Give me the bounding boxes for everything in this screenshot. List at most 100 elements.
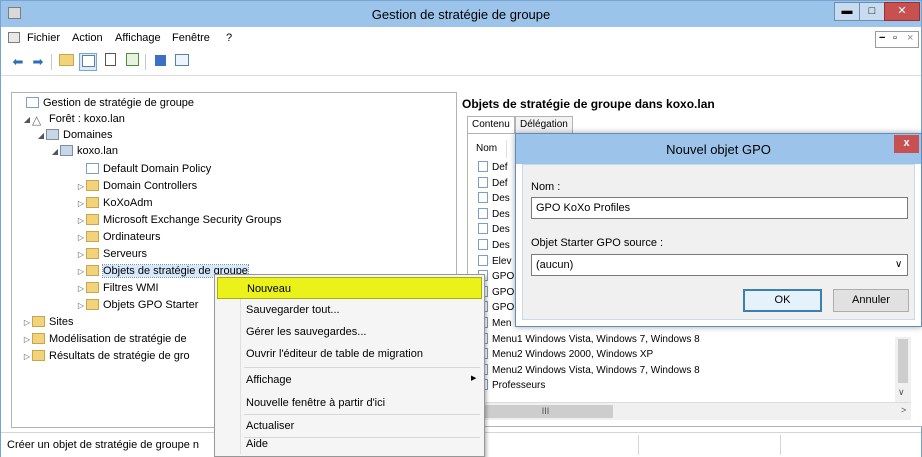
- tree-item[interactable]: ◢ koxo.lan: [50, 143, 118, 159]
- list-item[interactable]: Des: [478, 207, 510, 222]
- dialog-close-button[interactable]: x: [894, 135, 919, 153]
- dialog-title-bar[interactable]: Nouvel objet GPO x: [516, 134, 921, 164]
- tree-item[interactable]: ▷ Sites: [22, 314, 73, 330]
- folder-icon: [32, 333, 45, 344]
- window-title: Gestion de stratégie de groupe: [371, 7, 551, 22]
- ctx-item-sauvegarder-tout[interactable]: Sauvegarder tout...: [217, 299, 482, 321]
- list-item[interactable]: Def: [478, 160, 508, 175]
- list-item-label: Des: [492, 240, 510, 251]
- expand-arrow-icon[interactable]: ▷: [76, 213, 86, 229]
- refresh-icon[interactable]: [123, 53, 141, 71]
- menu-fenetre[interactable]: Fenêtre: [172, 32, 210, 44]
- inner-restore-button[interactable]: ▫: [893, 32, 897, 44]
- expand-arrow-icon[interactable]: ▷: [76, 179, 86, 195]
- scroll-down-arrow[interactable]: ∨: [898, 387, 905, 398]
- gpo-icon: [478, 192, 488, 204]
- menu-help[interactable]: ?: [226, 32, 232, 44]
- list-item[interactable]: Professeurs: [478, 378, 545, 393]
- ctx-item-nouvelle-fenetre[interactable]: Nouvelle fenêtre à partir d'ici: [217, 392, 482, 414]
- gpo-icon: [478, 207, 488, 219]
- ctx-item-nouveau[interactable]: Nouveau: [217, 277, 482, 299]
- maximize-button[interactable]: □: [859, 2, 885, 21]
- ctx-item-editeur-migration[interactable]: Ouvrir l'éditeur de table de migration: [217, 343, 482, 365]
- list-item[interactable]: Menu2 Windows 2000, Windows XP: [478, 347, 653, 362]
- expand-arrow-icon[interactable]: ▷: [76, 298, 86, 314]
- tree-item-label: Sites: [49, 316, 74, 328]
- tree-item-label: Ordinateurs: [103, 231, 161, 243]
- expand-arrow-icon[interactable]: ▷: [76, 264, 86, 280]
- list-item[interactable]: Des: [478, 222, 510, 237]
- up-folder-icon[interactable]: [57, 53, 75, 71]
- expand-arrow-icon[interactable]: ▷: [22, 349, 32, 365]
- tree-item[interactable]: ▷ Résultats de stratégie de gro: [22, 348, 190, 364]
- name-label: Nom :: [531, 181, 561, 193]
- ctx-item-affichage[interactable]: Affichage: [217, 369, 482, 391]
- expand-arrow-icon[interactable]: ▷: [76, 281, 86, 297]
- horizontal-scrollbar[interactable]: III >: [476, 402, 911, 420]
- hscroll-thumb[interactable]: III: [478, 405, 613, 418]
- tree-item[interactable]: ◢ Domaines: [36, 127, 113, 143]
- domain-icon: [46, 129, 59, 140]
- column-header-nom[interactable]: Nom: [476, 140, 507, 158]
- expand-arrow-icon[interactable]: ▷: [76, 196, 86, 212]
- expand-arrow-icon[interactable]: ▷: [22, 332, 32, 348]
- tree-item[interactable]: ▷ Ordinateurs: [76, 229, 160, 245]
- tree-item-label: KoXoAdm: [103, 197, 153, 209]
- show-tree-icon[interactable]: [79, 53, 97, 71]
- properties-icon[interactable]: [101, 53, 119, 71]
- list-item[interactable]: Menu1 Windows Vista, Windows 7, Windows …: [478, 332, 700, 347]
- dialog-body: Nom : GPO KoXo Profiles Objet Starter GP…: [522, 164, 915, 320]
- menu-action[interactable]: Action: [72, 32, 103, 44]
- name-field[interactable]: GPO KoXo Profiles: [531, 197, 908, 219]
- toolbar-separator: [145, 54, 146, 70]
- inner-minimize-button[interactable]: −: [879, 32, 885, 44]
- ok-button[interactable]: OK: [743, 289, 822, 312]
- tree-item[interactable]: ▷ Filtres WMI: [76, 280, 159, 296]
- tree-item[interactable]: ▷ Serveurs: [76, 246, 147, 262]
- cancel-button[interactable]: Annuler: [833, 289, 909, 312]
- help-icon[interactable]: [151, 53, 169, 71]
- menu-affichage[interactable]: Affichage: [115, 32, 161, 44]
- tree-item[interactable]: ▷ Domain Controllers: [76, 178, 197, 194]
- console-icon[interactable]: [173, 53, 191, 71]
- expand-arrow-icon[interactable]: ▷: [76, 230, 86, 246]
- folder-icon: [86, 282, 99, 293]
- list-item-label: Des: [492, 193, 510, 205]
- close-button[interactable]: ✕: [884, 2, 920, 21]
- tree-item[interactable]: ▷ Microsoft Exchange Security Groups: [76, 212, 282, 228]
- tab-contenu[interactable]: Contenu: [467, 116, 515, 134]
- expand-arrow-icon[interactable]: ◢: [36, 128, 46, 144]
- back-arrow-icon[interactable]: ⬅: [9, 53, 27, 71]
- starter-select[interactable]: (aucun) ∨: [531, 254, 908, 276]
- tree-item[interactable]: Gestion de stratégie de groupe: [16, 95, 194, 111]
- ctx-item-gerer-sauvegardes[interactable]: Gérer les sauvegardes...: [217, 321, 482, 343]
- list-item[interactable]: Def: [478, 176, 508, 191]
- tree-item[interactable]: Default Domain Policy: [76, 161, 211, 177]
- title-bar[interactable]: Gestion de stratégie de groupe ▬ □ ✕: [1, 1, 921, 27]
- scrollbar-thumb[interactable]: [898, 339, 908, 383]
- tree-item[interactable]: ◢ △ Forêt : koxo.lan: [22, 111, 125, 127]
- scroll-right-arrow[interactable]: >: [901, 405, 906, 415]
- expand-arrow-icon[interactable]: ▷: [22, 315, 32, 331]
- tree-item-label: Domain Controllers: [103, 180, 198, 192]
- tab-delegation[interactable]: Délégation: [515, 116, 573, 133]
- inner-close-button[interactable]: ×: [907, 32, 913, 44]
- tree-item[interactable]: ▷ Objets GPO Starter: [76, 297, 198, 313]
- list-item[interactable]: Elev: [478, 254, 511, 269]
- gpo-icon: [478, 223, 488, 235]
- toolbar: ⬅ ➡: [1, 49, 921, 76]
- list-item[interactable]: Menu2 Windows Vista, Windows 7, Windows …: [478, 363, 700, 378]
- minimize-button[interactable]: ▬: [834, 2, 860, 21]
- menu-fichier[interactable]: Fichier: [27, 32, 60, 44]
- list-item[interactable]: Des: [478, 191, 510, 206]
- tree-item[interactable]: ▷ KoXoAdm: [76, 195, 153, 211]
- forward-arrow-icon[interactable]: ➡: [29, 53, 47, 71]
- tree-item-label: Microsoft Exchange Security Groups: [103, 214, 282, 226]
- tree-item[interactable]: ▷ Modélisation de stratégie de: [22, 331, 187, 347]
- vertical-scrollbar[interactable]: ∨: [895, 337, 911, 403]
- expand-arrow-icon[interactable]: ◢: [22, 112, 32, 128]
- list-item[interactable]: Des: [478, 238, 510, 253]
- ctx-item-aide[interactable]: Aide: [217, 433, 482, 455]
- expand-arrow-icon[interactable]: ◢: [50, 144, 60, 160]
- expand-arrow-icon[interactable]: ▷: [76, 247, 86, 263]
